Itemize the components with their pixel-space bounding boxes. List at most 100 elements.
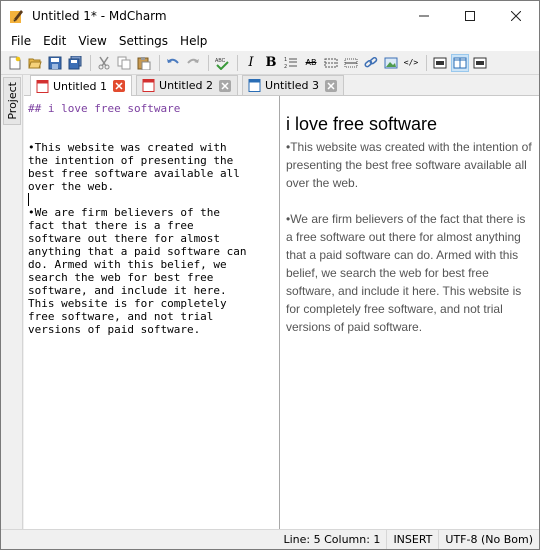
text-cursor	[28, 193, 29, 206]
title-bar[interactable]: Untitled 1* - MdCharm	[1, 1, 539, 31]
tab-untitled-2[interactable]: Untitled 2	[136, 75, 239, 95]
menu-settings[interactable]: Settings	[113, 31, 174, 51]
minimize-button[interactable]	[401, 1, 447, 31]
encoding-status[interactable]: UTF-8 (No Bom)	[438, 529, 539, 549]
list-icon: 12	[284, 57, 297, 70]
preview-paragraph: •We are firm believers of the fact that …	[286, 212, 526, 334]
undo-button[interactable]	[164, 54, 182, 72]
menu-help[interactable]: Help	[174, 31, 213, 51]
status-bar: Line: 5 Column: 1 INSERT UTF-8 (No Bom)	[1, 529, 539, 549]
editor-blank-line	[28, 115, 275, 128]
paste-button[interactable]	[135, 54, 153, 72]
menu-view[interactable]: View	[72, 31, 112, 51]
svg-text:ABC: ABC	[215, 58, 226, 64]
redo-button[interactable]	[184, 54, 202, 72]
tab-label: Untitled 3	[265, 79, 320, 92]
markdown-editor[interactable]: ## i love free software •This website wa…	[24, 96, 280, 529]
html-preview: i love free software •This website was c…	[280, 96, 539, 529]
editor-line: This website is for completely	[28, 297, 227, 310]
italic-button[interactable]: I	[242, 54, 260, 72]
window-controls	[401, 1, 539, 31]
editor-line: search the web for best free	[28, 271, 214, 284]
close-tab-icon[interactable]	[325, 79, 338, 92]
menu-bar: File Edit View Settings Help	[1, 31, 539, 51]
editor-line: anything that a paid software can	[28, 245, 247, 258]
insert-mode-status: INSERT	[386, 529, 438, 549]
document-red-icon	[36, 79, 49, 93]
menu-edit[interactable]: Edit	[37, 31, 72, 51]
toolbar: ABC I B 12 AB </>	[1, 51, 539, 75]
menu-file[interactable]: File	[5, 31, 37, 51]
editor-line: software, and include it here.	[28, 284, 227, 297]
bold-button[interactable]: B	[262, 54, 280, 72]
save-all-button[interactable]	[66, 54, 84, 72]
tab-label: Untitled 1	[53, 79, 108, 93]
tab-untitled-1[interactable]: Untitled 1	[30, 75, 133, 96]
undo-icon	[167, 58, 179, 64]
close-tab-icon[interactable]	[219, 79, 232, 92]
split-view-button[interactable]	[451, 53, 469, 72]
edit-mode-button[interactable]	[431, 54, 449, 72]
app-pen-icon	[10, 9, 24, 23]
new-file-button[interactable]	[6, 54, 24, 72]
open-folder-button[interactable]	[26, 54, 44, 72]
editor-blank-line	[28, 128, 275, 141]
tab-strip: Untitled 1 Untitled 2 Untitled 3	[24, 75, 539, 96]
image-icon	[384, 57, 398, 68]
save-icon	[48, 56, 62, 69]
preview-mode-button[interactable]	[471, 54, 489, 72]
svg-text:2: 2	[284, 64, 287, 70]
cut-button[interactable]	[95, 54, 113, 72]
maximize-button[interactable]	[447, 1, 493, 31]
editor-line: over the web.	[28, 180, 115, 193]
toolbar-separator	[426, 54, 427, 71]
document-area: Untitled 1 Untitled 2 Untitled 3 ## i lo…	[24, 75, 539, 529]
code-icon: </>	[403, 58, 419, 67]
editor-line: do. Armed with this belief, we	[28, 258, 227, 271]
svg-text:1: 1	[284, 57, 287, 63]
edit-only-icon	[433, 57, 447, 68]
editor-line: free software, and not trial	[28, 310, 214, 323]
horizontal-rule-button[interactable]	[342, 54, 360, 72]
editor-heading-line: ## i love free software	[28, 102, 181, 115]
split-panes: ## i love free software •This website wa…	[24, 96, 539, 529]
copy-icon	[117, 56, 131, 69]
save-all-icon	[68, 55, 82, 69]
window-title: Untitled 1* - MdCharm	[32, 9, 167, 23]
editor-line: •We are firm believers of the	[28, 206, 221, 219]
editor-line: best free software available all	[28, 167, 240, 180]
preview-only-icon	[473, 57, 487, 68]
toolbar-separator	[90, 54, 91, 71]
main-area: Project Untitled 1 Untitled 2 Untitled 3…	[1, 75, 539, 529]
image-button[interactable]	[382, 54, 400, 72]
project-panel-tab[interactable]: Project	[3, 77, 21, 125]
list-button[interactable]: 12	[282, 54, 300, 72]
horizontal-rule-icon	[344, 58, 358, 67]
spellcheck-icon: ABC	[215, 58, 229, 70]
side-panel: Project	[1, 75, 23, 529]
strikethrough-button[interactable]: AB	[302, 54, 320, 72]
link-button[interactable]	[362, 54, 380, 72]
insert-table-button[interactable]	[322, 54, 340, 72]
document-red-icon	[142, 79, 155, 92]
editor-line: software out there for almost	[28, 232, 221, 245]
toolbar-separator	[237, 54, 238, 71]
tab-untitled-3[interactable]: Untitled 3	[242, 75, 345, 95]
close-window-button[interactable]	[493, 1, 539, 31]
close-tab-icon[interactable]	[113, 80, 126, 92]
preview-heading: i love free software	[286, 114, 438, 134]
italic-icon: I	[248, 55, 254, 70]
document-blue-icon	[248, 79, 261, 92]
paste-icon	[137, 56, 151, 70]
editor-line: fact that there is a free	[28, 219, 194, 232]
editor-line: •This website was created with	[28, 141, 227, 154]
bold-icon: B	[265, 55, 277, 70]
save-button[interactable]	[46, 54, 64, 72]
cursor-position-status: Line: 5 Column: 1	[283, 532, 381, 546]
table-icon	[324, 58, 338, 67]
split-view-icon	[453, 57, 467, 68]
link-icon	[364, 56, 378, 67]
spellcheck-button[interactable]: ABC	[213, 54, 231, 72]
code-button[interactable]: </>	[402, 54, 420, 72]
copy-button[interactable]	[115, 54, 133, 72]
